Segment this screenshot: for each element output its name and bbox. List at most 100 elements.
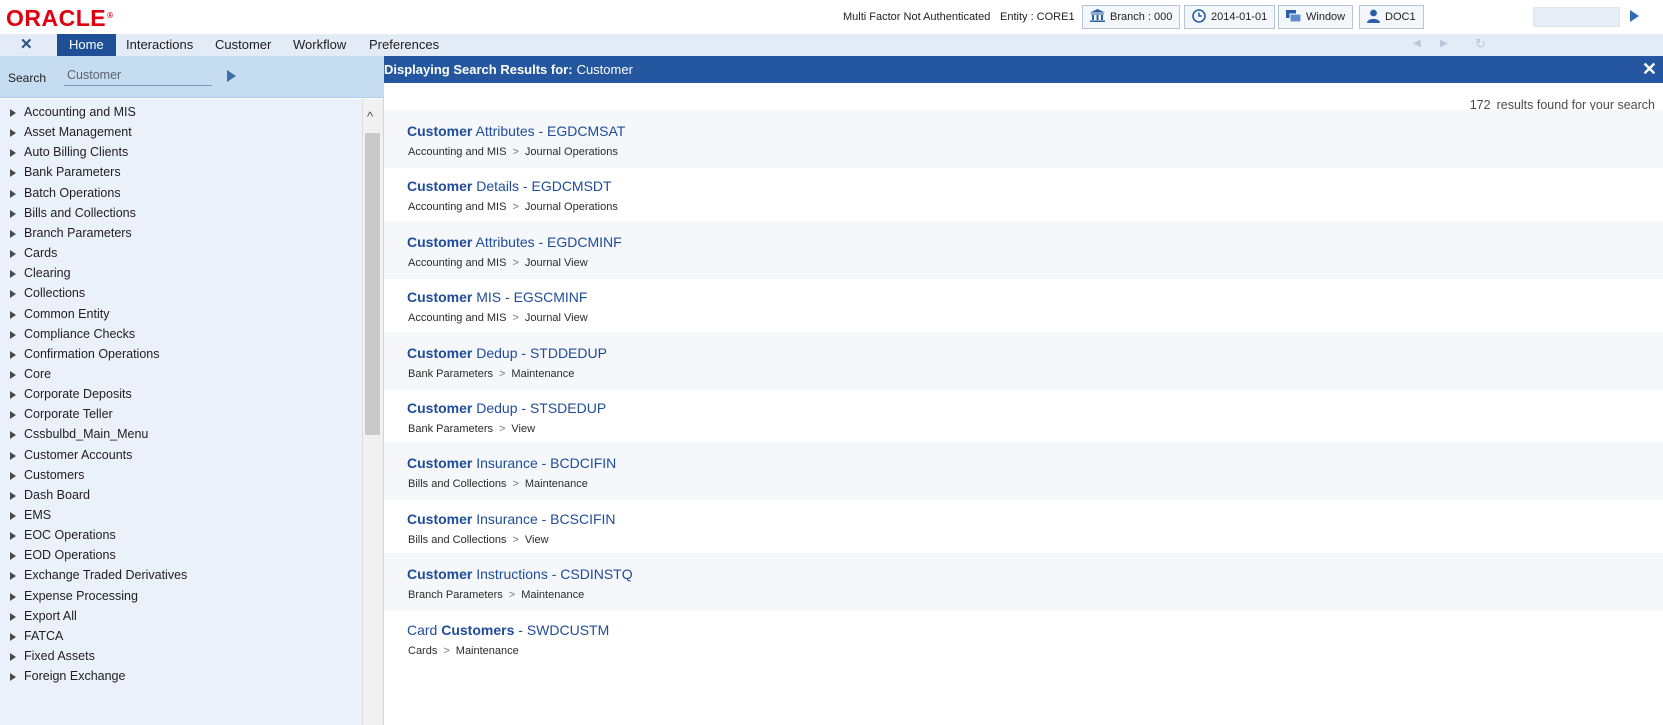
- expand-arrow-icon[interactable]: [10, 290, 16, 299]
- tree-item[interactable]: Asset Management: [0, 122, 362, 143]
- scroll-up-icon[interactable]: ^: [367, 110, 373, 123]
- tree-item-label: Corporate Deposits: [24, 387, 132, 402]
- expand-arrow-icon[interactable]: [10, 532, 16, 541]
- tree-item[interactable]: Accounting and MIS: [0, 102, 362, 123]
- expand-arrow-icon[interactable]: [10, 229, 16, 238]
- expand-arrow-icon[interactable]: [10, 673, 16, 682]
- expand-arrow-icon[interactable]: [10, 209, 16, 218]
- result-link[interactable]: Card Customers - SWDCUSTM: [407, 622, 609, 638]
- tree-item-label: FATCA: [24, 628, 64, 643]
- tree-item[interactable]: EOD Operations: [0, 545, 362, 566]
- expand-arrow-icon[interactable]: [10, 370, 16, 379]
- tree-item[interactable]: Batch Operations: [0, 183, 362, 204]
- tree-item[interactable]: Exchange Traded Derivatives: [0, 565, 362, 586]
- search-go-icon[interactable]: [227, 70, 236, 82]
- result-link[interactable]: Customer Details - EGDCMSDT: [407, 178, 612, 194]
- expand-arrow-icon[interactable]: [10, 330, 16, 339]
- menu-close-icon[interactable]: ✕: [20, 36, 33, 54]
- branch-button[interactable]: Branch : 000: [1082, 5, 1181, 29]
- result-link[interactable]: Customer Dedup - STDDEDUP: [407, 345, 607, 361]
- tree-item[interactable]: Cards: [0, 243, 362, 264]
- tree-item[interactable]: Corporate Teller: [0, 404, 362, 425]
- tree-item[interactable]: Expense Processing: [0, 586, 362, 607]
- menu-customer[interactable]: Customer: [203, 34, 283, 56]
- result-link[interactable]: Customer Attributes - EGDCMINF: [407, 234, 622, 250]
- menu-interactions[interactable]: Interactions: [114, 34, 205, 56]
- expand-arrow-icon[interactable]: [10, 431, 16, 440]
- menu-home[interactable]: Home: [57, 34, 116, 56]
- results-header: Displaying Search Results for: Customer ✕: [384, 56, 1663, 83]
- expand-arrow-icon[interactable]: [10, 350, 16, 359]
- tree-item[interactable]: Bills and Collections: [0, 203, 362, 224]
- result-title-match: Customer: [407, 233, 473, 250]
- result-link[interactable]: Customer Insurance - BCDCIFIN: [407, 455, 616, 471]
- tree-item-label: Auto Billing Clients: [24, 145, 129, 160]
- tree-scrollbar[interactable]: ^: [362, 99, 383, 725]
- expand-arrow-icon[interactable]: [10, 632, 16, 641]
- scroll-thumb[interactable]: [365, 133, 380, 435]
- tree-item[interactable]: Export All: [0, 606, 362, 627]
- tree-item[interactable]: Clearing: [0, 263, 362, 284]
- expand-arrow-icon[interactable]: [10, 270, 16, 279]
- expand-arrow-icon[interactable]: [10, 451, 16, 460]
- search-input[interactable]: [64, 65, 212, 86]
- tree-item[interactable]: FATCA: [0, 626, 362, 647]
- header-blank-field[interactable]: [1533, 7, 1620, 27]
- date-button[interactable]: 2014-01-01: [1184, 5, 1276, 29]
- expand-arrow-icon[interactable]: [10, 189, 16, 198]
- breadcrumb-module: Accounting and MIS: [408, 146, 507, 158]
- expand-arrow-icon[interactable]: [10, 552, 16, 561]
- expand-arrow-icon[interactable]: [10, 149, 16, 158]
- tree-item-label: Bills and Collections: [24, 205, 136, 220]
- expand-arrow-icon[interactable]: [10, 250, 16, 259]
- expand-arrow-icon[interactable]: [10, 572, 16, 581]
- expand-arrow-icon[interactable]: [10, 169, 16, 178]
- result-link[interactable]: Customer Dedup - STSDEDUP: [407, 400, 606, 416]
- expand-arrow-icon[interactable]: [10, 491, 16, 500]
- tree-item[interactable]: Bank Parameters: [0, 162, 362, 183]
- window-button[interactable]: Window: [1278, 5, 1354, 29]
- expand-arrow-icon[interactable]: [10, 391, 16, 400]
- result-breadcrumb: Bank Parameters > Maintenance: [408, 368, 574, 380]
- expand-arrow-icon[interactable]: [10, 512, 16, 520]
- tree-item[interactable]: Collections: [0, 283, 362, 304]
- result-link[interactable]: Customer Insurance - BCSCIFIN: [407, 511, 616, 527]
- tree-item[interactable]: EMS: [0, 505, 362, 526]
- result-link[interactable]: Customer Attributes - EGDCMSAT: [407, 123, 625, 139]
- result-link[interactable]: Customer MIS - EGSCMINF: [407, 289, 587, 305]
- expand-arrow-icon[interactable]: [10, 471, 16, 480]
- tree-item[interactable]: Confirmation Operations: [0, 344, 362, 365]
- tree-item[interactable]: Customer Accounts: [0, 445, 362, 466]
- header-arrow-icon[interactable]: [1630, 10, 1639, 22]
- user-button[interactable]: DOC1: [1359, 5, 1424, 29]
- tree-item[interactable]: Fixed Assets: [0, 646, 362, 667]
- result-link[interactable]: Customer Instructions - CSDINSTQ: [407, 566, 633, 582]
- result-title-match: Customer: [407, 344, 473, 361]
- expand-arrow-icon[interactable]: [10, 109, 16, 117]
- breadcrumb-module: Bills and Collections: [408, 478, 507, 491]
- expand-arrow-icon[interactable]: [10, 411, 16, 420]
- tree-item[interactable]: Compliance Checks: [0, 324, 362, 345]
- refresh-icon[interactable]: ↻: [1475, 36, 1486, 52]
- expand-arrow-icon[interactable]: [10, 310, 16, 319]
- tree-item[interactable]: Customers: [0, 465, 362, 486]
- menu-preferences[interactable]: Preferences: [357, 34, 451, 56]
- menu-workflow[interactable]: Workflow: [281, 34, 358, 56]
- expand-arrow-icon[interactable]: [10, 612, 16, 621]
- expand-arrow-icon[interactable]: [10, 653, 16, 662]
- results-close-icon[interactable]: ✕: [1642, 58, 1657, 80]
- expand-arrow-icon[interactable]: [10, 129, 16, 138]
- tree-item[interactable]: Corporate Deposits: [0, 384, 362, 405]
- nav-forward-icon[interactable]: ▶: [1440, 38, 1448, 49]
- tree-item[interactable]: Common Entity: [0, 304, 362, 325]
- nav-back-icon[interactable]: ◀: [1413, 38, 1421, 49]
- expand-arrow-icon[interactable]: [10, 592, 16, 601]
- tree-item[interactable]: EOC Operations: [0, 525, 362, 546]
- tree-item[interactable]: Cssbulbd_Main_Menu: [0, 424, 362, 445]
- search-label: Search: [8, 71, 47, 85]
- tree-item[interactable]: Foreign Exchange: [0, 666, 362, 687]
- tree-item[interactable]: Branch Parameters: [0, 223, 362, 244]
- tree-item[interactable]: Dash Board: [0, 485, 362, 506]
- tree-item[interactable]: Core: [0, 364, 362, 385]
- tree-item[interactable]: Auto Billing Clients: [0, 142, 362, 163]
